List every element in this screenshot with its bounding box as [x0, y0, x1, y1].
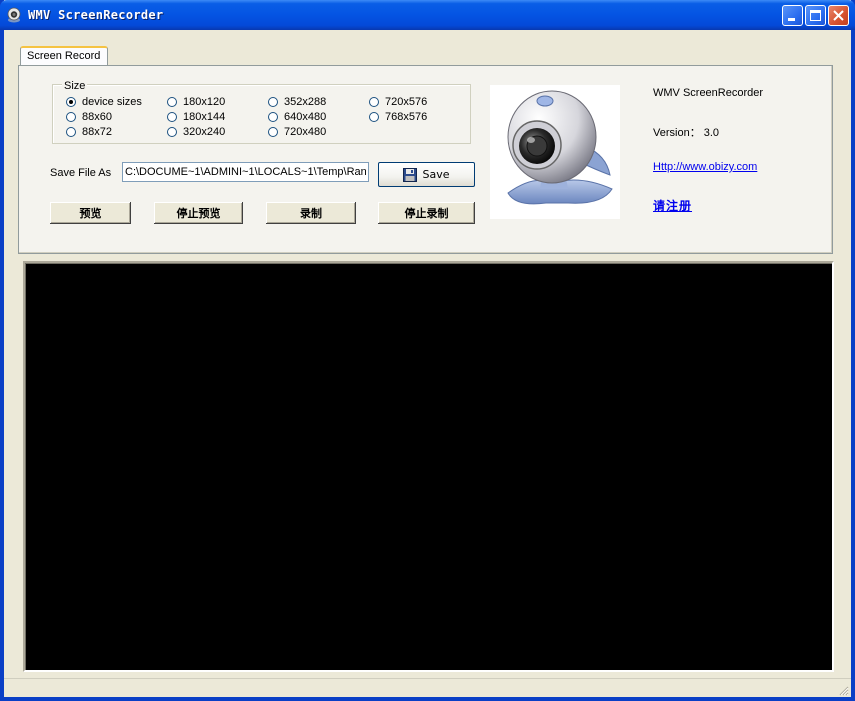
radio-size-88x72[interactable]: 88x72	[66, 126, 112, 138]
minimize-button[interactable]	[782, 5, 803, 26]
radio-size-768x576[interactable]: 768x576	[369, 111, 427, 123]
radio-button-icon	[66, 97, 76, 107]
radio-size-180x120[interactable]: 180x120	[167, 96, 225, 108]
radio-button-icon	[268, 112, 278, 122]
product-name: WMV ScreenRecorder	[653, 87, 764, 99]
stop-record-button[interactable]: 停止录制	[378, 202, 475, 224]
radio-label: device sizes	[82, 96, 142, 108]
maximize-button[interactable]	[805, 5, 826, 26]
minimize-icon	[788, 18, 795, 21]
radio-label: 320x240	[183, 126, 226, 138]
radio-size-180x144[interactable]: 180x144	[167, 111, 225, 123]
preview-button[interactable]: 预览	[50, 202, 131, 224]
register-link[interactable]: 请注册	[653, 197, 692, 214]
status-bar	[4, 678, 851, 698]
tab-label: Screen Record	[27, 50, 101, 62]
save-button-label: Save	[422, 168, 450, 181]
radio-button-icon	[167, 112, 177, 122]
radio-size-88x60[interactable]: 88x60	[66, 111, 112, 123]
radio-size-640x480[interactable]: 640x480	[268, 111, 326, 123]
radio-button-icon	[268, 97, 278, 107]
radio-label: 640x480	[284, 111, 327, 123]
radio-label: 180x144	[183, 111, 226, 123]
preview-area	[23, 261, 834, 672]
record-button-label: 录制	[300, 207, 322, 220]
webcam-icon	[7, 7, 21, 23]
close-button[interactable]	[828, 5, 849, 26]
title-bar[interactable]: WMV ScreenRecorder	[0, 0, 855, 30]
radio-button-icon	[167, 97, 177, 107]
window-title: WMV ScreenRecorder	[28, 8, 164, 22]
maximize-icon	[810, 10, 821, 21]
save-file-label: Save File As	[50, 167, 112, 179]
stop-record-button-label: 停止录制	[404, 207, 449, 220]
radio-size-720x576[interactable]: 720x576	[369, 96, 427, 108]
stop-preview-button-label: 停止预览	[176, 207, 221, 220]
size-grip-icon[interactable]	[837, 684, 849, 696]
radio-label: 720x480	[284, 126, 327, 138]
webcam-image	[490, 85, 620, 219]
webcam-icon	[507, 90, 613, 205]
close-icon	[833, 10, 844, 21]
radio-button-icon	[268, 127, 278, 137]
radio-button-icon	[167, 127, 177, 137]
radio-button-icon	[66, 112, 76, 122]
radio-size-device[interactable]: device sizes	[66, 96, 142, 108]
save-button[interactable]: Save	[378, 162, 475, 187]
radio-label: 720x576	[385, 96, 428, 108]
radio-button-icon	[66, 127, 76, 137]
radio-size-720x480[interactable]: 720x480	[268, 126, 326, 138]
radio-size-320x240[interactable]: 320x240	[167, 126, 225, 138]
version-text: Version： 3.0	[653, 127, 720, 139]
website-link[interactable]: Http://www.obizy.com	[653, 161, 757, 173]
main-window: WMV ScreenRecorder Screen Record Size de…	[0, 0, 855, 701]
radio-label: 352x288	[284, 96, 327, 108]
radio-button-icon	[369, 112, 379, 122]
size-group-label: Size	[62, 80, 88, 92]
radio-size-352x288[interactable]: 352x288	[268, 96, 326, 108]
radio-label: 180x120	[183, 96, 226, 108]
preview-button-label: 预览	[79, 207, 102, 220]
radio-button-icon	[369, 97, 379, 107]
record-button[interactable]: 录制	[266, 202, 356, 224]
tab-screen-record[interactable]: Screen Record	[20, 46, 108, 66]
floppy-disk-icon	[403, 167, 418, 182]
radio-label: 88x72	[82, 126, 112, 138]
radio-label: 88x60	[82, 111, 112, 123]
save-path-input[interactable]	[122, 162, 369, 182]
stop-preview-button[interactable]: 停止预览	[154, 202, 243, 224]
radio-label: 768x576	[385, 111, 428, 123]
